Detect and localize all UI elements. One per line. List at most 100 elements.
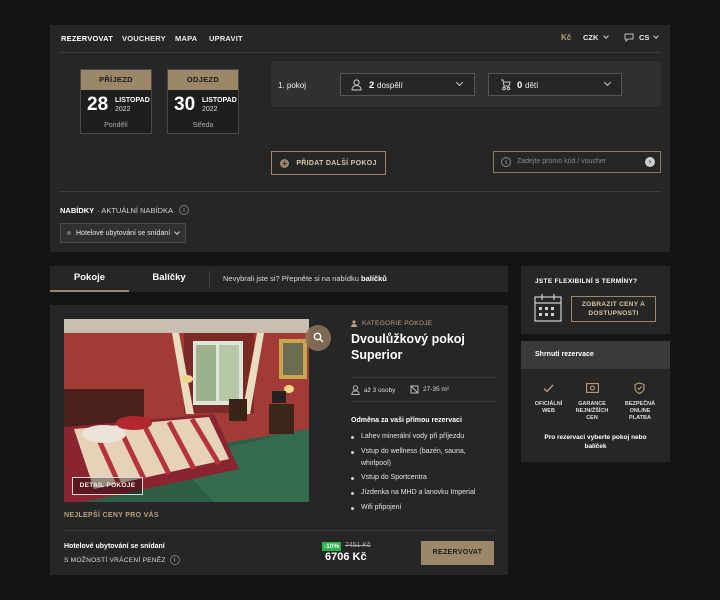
divider (351, 401, 495, 402)
packages-hint-text: Nevybrali jste si? Přepněte si na nabídk… (223, 274, 361, 283)
adults-count: 2 (369, 80, 375, 91)
search-icon (313, 332, 324, 343)
room-capacity-label: až 3 osoby (364, 386, 396, 394)
benefit-best-price: GARANCE NEJNIŽŠÍCH CEN (575, 401, 609, 421)
packages-hint-link[interactable]: balíčků (361, 274, 387, 283)
plus-circle-icon: + (280, 158, 290, 168)
add-room-label: PŘIDAT DALŠÍ POKOJ (296, 159, 377, 167)
departure-weekday: Středa (192, 122, 214, 129)
dot-icon (67, 231, 71, 235)
bullet-icon (351, 507, 354, 510)
arrival-year: 2022 (115, 106, 131, 113)
bullet-icon (351, 492, 354, 495)
best-price-label: NEJLEPŠÍ CENY PRO VÁS (64, 512, 159, 519)
offers-heading: NABÍDKY · AKTUÁLNÍ NABÍDKA i (60, 205, 190, 215)
feature-item: Lahev minerální vody při příjezdu (361, 433, 465, 440)
add-room-button[interactable]: + PŘIDAT DALŠÍ POKOJ (271, 151, 386, 175)
stroller-icon (501, 79, 511, 91)
room-capacity: až 3 osoby (351, 385, 395, 395)
nav-vouchery[interactable]: VOUCHERY (122, 34, 166, 43)
nav-mapa[interactable]: MAPA (175, 34, 197, 43)
children-label: dětí (525, 81, 539, 90)
tab-rooms[interactable]: Pokoje (50, 266, 129, 292)
room-category-label: KATEGORIE POKOJE (362, 320, 433, 327)
price: 6706 Kč (325, 551, 367, 563)
feature-item: Jízdenka na MHD a lanovku Imperial (361, 489, 476, 496)
rate-note-label: S MOŽNOSTÍ VRÁCENÍ PENĚZ (64, 556, 166, 564)
zoom-button[interactable] (305, 325, 331, 351)
divider (209, 271, 210, 287)
chevron-down-icon (174, 228, 181, 235)
divider (64, 530, 494, 531)
adults-select[interactable]: 2 dospělí (340, 73, 475, 96)
divider (60, 191, 660, 192)
tabs-bar: Pokoje Balíčky Nevybrali jste si? Přepně… (50, 266, 508, 292)
room-photo-image (64, 319, 309, 502)
children-select[interactable]: 0 dětí (488, 73, 622, 96)
money-icon (586, 383, 599, 393)
tab-packages[interactable]: Balíčky (129, 266, 209, 292)
feature-item: Vstup do Sportcentra (361, 474, 427, 481)
discount-badge: -10% (322, 542, 342, 551)
departure-header: ODJEZD (168, 70, 238, 90)
currency-select[interactable]: CZK (583, 33, 610, 42)
arrival-day: 28 (87, 94, 109, 115)
bullet-icon (351, 451, 354, 454)
info-icon: i (501, 157, 511, 167)
old-price: 7451 Kč (345, 542, 371, 549)
summary-title: Shrnutí rezervace (521, 341, 670, 369)
info-icon[interactable]: i (169, 555, 180, 565)
departure-day: 30 (174, 94, 196, 115)
bullet-icon (351, 436, 354, 439)
language-label: CS (639, 33, 650, 42)
nav-rezervovat[interactable]: REZERVOVAT (61, 34, 113, 43)
room-detail-button[interactable]: DETAIL POKOJE (72, 477, 143, 495)
feature-item: Vstup do wellness (bazén, sauna, (361, 448, 466, 455)
booking-summary-panel: Shrnutí rezervace OFICIÁLNÍ WEB GARANCE … (521, 341, 670, 462)
room-title: Dvoulůžkový pokoj Superior (351, 331, 465, 363)
divider (351, 377, 495, 378)
room-label: 1. pokoj (278, 81, 307, 90)
promo-code-field[interactable]: i Zadejte promo kód / voucher › (493, 151, 661, 173)
info-icon[interactable]: i (179, 205, 190, 215)
room-size: 27-35 m² (410, 385, 449, 394)
room-photo[interactable]: DETAIL POKOJE (64, 319, 309, 502)
shield-icon (634, 382, 645, 394)
currency-label: CZK (583, 33, 599, 42)
arrival-weekday: Pondělí (104, 122, 128, 129)
benefit-official-web: OFICIÁLNÍ WEB (534, 401, 563, 414)
offers-current: · AKTUÁLNÍ NABÍDKA (97, 205, 174, 215)
booking-panel: REZERVOVAT VOUCHERY MAPA UPRAVIT Kč CZK … (50, 25, 670, 252)
chevron-down-icon (455, 78, 464, 87)
chevron-down-icon (603, 78, 612, 87)
people-icon (351, 320, 357, 327)
promo-placeholder: Zadejte promo kód / voucher (517, 158, 607, 165)
adults-label: dospělí (377, 81, 403, 90)
room-title-line1: Dvoulůžkový pokoj (351, 332, 465, 346)
departure-month: LISTOPAD (202, 97, 237, 104)
currency-symbol: Kč (561, 33, 572, 42)
arrow-right-circle-icon[interactable]: › (645, 157, 655, 167)
room-title-line2: Superior (351, 348, 403, 362)
book-button[interactable]: REZERVOVAT (421, 541, 494, 565)
offer-select[interactable]: Hotelové ubytování se snídaní (60, 223, 186, 243)
departure-date-card[interactable]: ODJEZD 30 LISTOPAD 2022 Středa (167, 69, 239, 134)
children-count: 0 (517, 80, 523, 91)
arrival-month: LISTOPAD (115, 97, 150, 104)
offer-selected-label: Hotelové ubytování se snídaní (76, 229, 171, 237)
room-category: KATEGORIE POKOJE (351, 320, 432, 327)
show-prices-button[interactable]: ZOBRAZIT CENY A DOSTUPNOSTI (571, 296, 656, 322)
person-icon (351, 385, 360, 395)
flexible-title: JSTE FLEXIBILNÍ S TERMÍNY? (535, 278, 638, 285)
room-row: 1. pokoj 2 dospělí 0 dětí (271, 61, 661, 107)
feature-item: whirlpool) (361, 460, 391, 467)
language-select[interactable]: CS (624, 33, 660, 42)
offers-label: NABÍDKY (60, 205, 95, 215)
feature-item: Wifi připojení (361, 504, 402, 511)
divider (60, 52, 660, 53)
packages-hint: Nevybrali jste si? Přepněte si na nabídk… (223, 274, 387, 283)
arrival-date-card[interactable]: PŘÍJEZD 28 LISTOPAD 2022 Pondělí (80, 69, 152, 134)
nav-upravit[interactable]: UPRAVIT (209, 34, 243, 43)
calendar-icon (534, 294, 562, 322)
area-icon (410, 385, 419, 394)
